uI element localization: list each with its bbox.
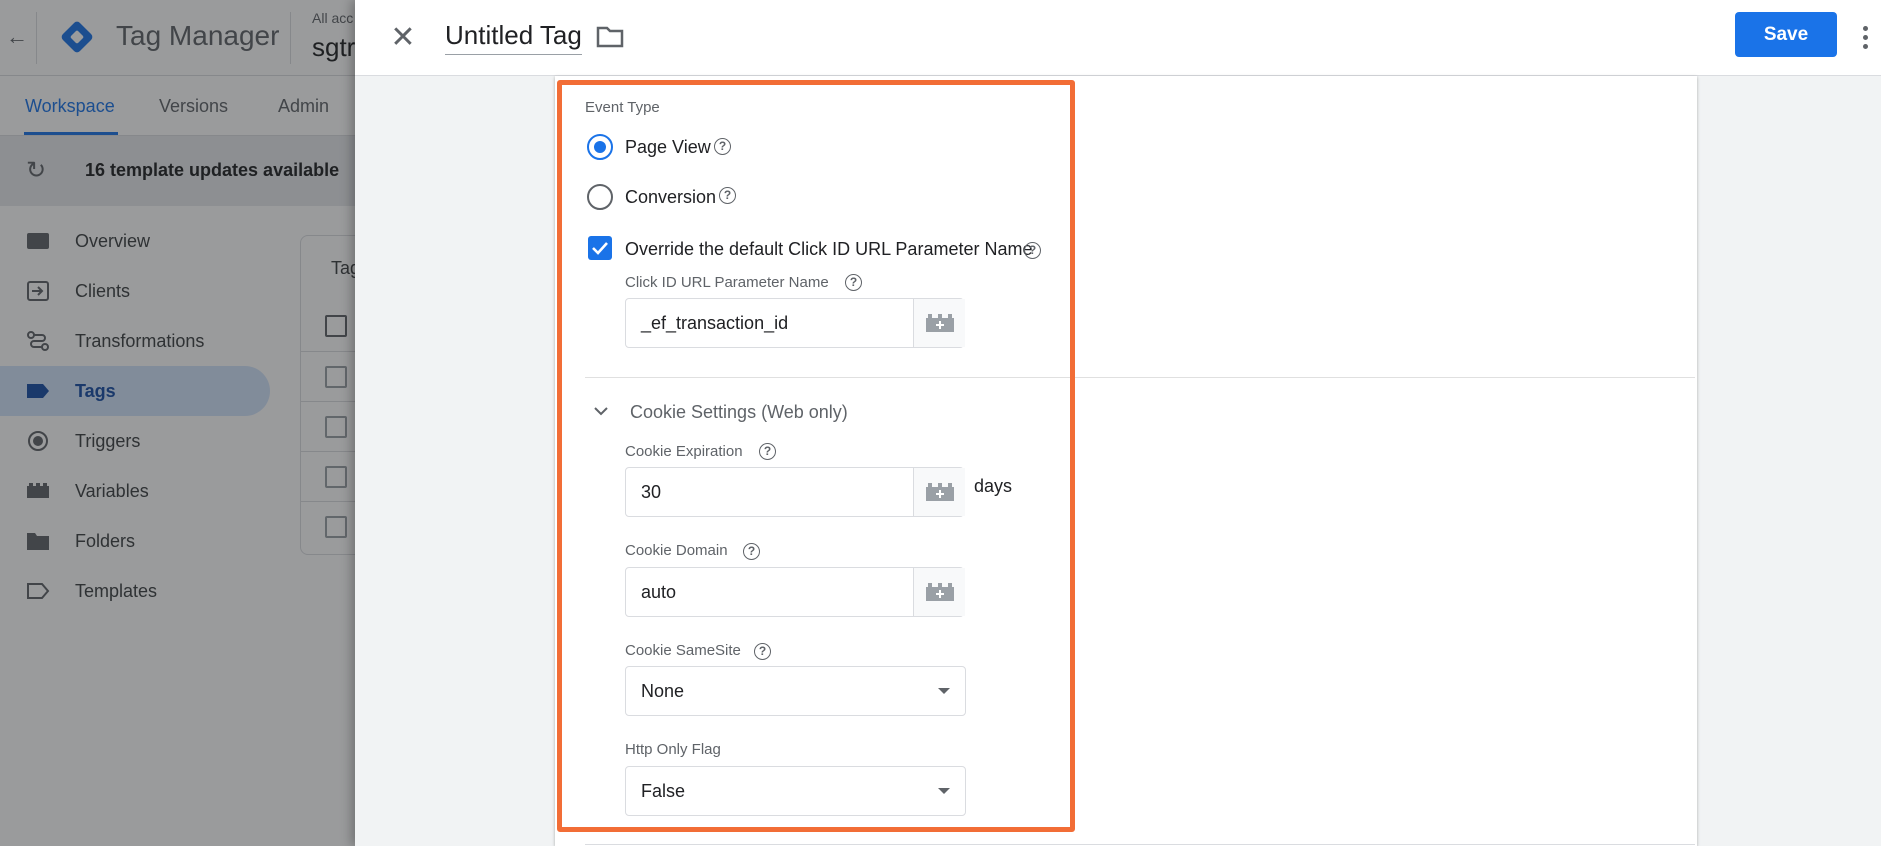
folder-icon[interactable] <box>595 24 625 50</box>
page-view-label[interactable]: Page View <box>625 137 711 158</box>
editor-header: ✕ Untitled Tag Save <box>355 0 1881 76</box>
http-only-flag-label: Http Only Flag <box>625 741 721 758</box>
click-id-param-input[interactable]: _ef_transaction_id <box>625 298 965 348</box>
variable-picker-button[interactable] <box>913 468 965 516</box>
dropdown-caret-icon <box>938 688 950 694</box>
help-icon[interactable]: ? <box>714 138 731 155</box>
checkmark-icon <box>592 242 608 255</box>
more-options-icon[interactable] <box>1855 20 1875 56</box>
override-click-id-label[interactable]: Override the default Click ID URL Parame… <box>625 239 1032 260</box>
http-only-flag-select[interactable]: False <box>625 766 966 816</box>
input-value: _ef_transaction_id <box>641 313 789 333</box>
variable-picker-button[interactable] <box>913 299 965 347</box>
cookie-samesite-select[interactable]: None <box>625 666 966 716</box>
help-icon[interactable]: ? <box>719 187 736 204</box>
cookie-settings-section-title[interactable]: Cookie Settings (Web only) <box>630 402 848 423</box>
add-variable-icon <box>926 583 954 601</box>
cookie-domain-label: Cookie Domain <box>625 542 728 559</box>
override-click-id-checkbox[interactable] <box>588 236 612 260</box>
section-divider <box>585 844 1695 845</box>
input-value: auto <box>641 582 677 602</box>
help-icon[interactable]: ? <box>845 274 862 291</box>
select-value: False <box>641 781 686 801</box>
page-view-radio[interactable] <box>587 134 613 160</box>
cookie-domain-input[interactable]: auto <box>625 567 965 617</box>
input-value: 30 <box>641 482 662 502</box>
variable-picker-button[interactable] <box>913 568 965 616</box>
add-variable-icon <box>926 314 954 332</box>
days-suffix: days <box>974 476 1013 496</box>
cookie-expiration-input[interactable]: 30 <box>625 467 965 517</box>
close-icon[interactable]: ✕ <box>385 20 421 56</box>
save-button[interactable]: Save <box>1735 12 1837 57</box>
add-variable-icon <box>926 483 954 501</box>
help-icon[interactable]: ? <box>759 443 776 460</box>
tag-name-field[interactable]: Untitled Tag <box>445 20 582 55</box>
select-value: None <box>641 681 685 701</box>
chevron-down-icon[interactable] <box>593 406 609 416</box>
help-icon[interactable]: ? <box>1024 242 1041 259</box>
help-icon[interactable]: ? <box>754 643 771 660</box>
event-type-label: Event Type <box>585 99 660 116</box>
conversion-label[interactable]: Conversion <box>625 187 716 208</box>
help-icon[interactable]: ? <box>743 543 760 560</box>
conversion-radio[interactable] <box>587 184 613 210</box>
click-id-param-label: Click ID URL Parameter Name <box>625 274 829 291</box>
tag-editor-sheet: ✕ Untitled Tag Save <box>355 0 1881 846</box>
cookie-expiration-label: Cookie Expiration <box>625 443 743 460</box>
section-divider <box>585 377 1695 378</box>
cookie-samesite-label: Cookie SameSite <box>625 642 741 659</box>
dropdown-caret-icon <box>938 788 950 794</box>
